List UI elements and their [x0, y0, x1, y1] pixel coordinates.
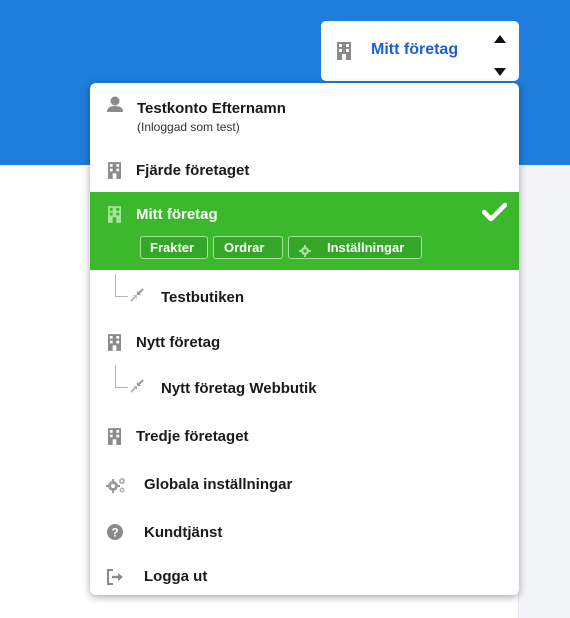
company-switcher-label: Mitt företag [371, 41, 459, 58]
company-label: Nytt företag [136, 334, 221, 351]
store-item-testbutiken[interactable]: Testbutiken [90, 280, 519, 314]
company-item-fjarde-foretaget[interactable]: Fjärde företaget [90, 153, 519, 189]
caret-down-icon [494, 63, 506, 81]
logout-item[interactable]: Logga ut [90, 561, 519, 595]
company-label: Tredje företaget [136, 428, 249, 445]
gears-icon [105, 476, 127, 499]
chip-label: Inställningar [327, 240, 405, 255]
building-icon [108, 428, 121, 450]
store-label: Nytt företag Webbutik [161, 380, 317, 397]
chip-label: Frakter [150, 240, 195, 255]
question-circle-icon: ? [107, 524, 123, 545]
global-settings-item[interactable]: Globala inställningar [90, 467, 519, 503]
company-switcher-button[interactable]: Mitt företag [321, 21, 519, 81]
ordrar-button[interactable]: Ordrar [213, 236, 283, 259]
sign-out-icon [107, 569, 125, 590]
action-label: Kundtjänst [144, 524, 223, 541]
user-account-item[interactable]: Testkonto Efternamn (Inloggad som test) [90, 83, 519, 143]
content-panel [518, 165, 570, 618]
user-icon [107, 96, 123, 117]
building-icon [108, 334, 121, 356]
compress-arrows-icon [130, 379, 144, 398]
building-icon [108, 162, 121, 184]
gear-icon [299, 242, 311, 263]
user-login-status: (Inloggad som test) [137, 120, 240, 134]
frakter-button[interactable]: Frakter [140, 236, 208, 259]
company-item-tredje-foretaget[interactable]: Tredje företaget [90, 419, 519, 455]
caret-up-icon [494, 30, 506, 48]
store-item-nytt-foretag-webbutik[interactable]: Nytt företag Webbutik [90, 371, 519, 405]
store-label: Testbutiken [161, 289, 245, 306]
installningar-button[interactable]: Inställningar [288, 236, 422, 259]
company-dropdown-menu: Testkonto Efternamn (Inloggad som test) … [90, 83, 519, 595]
svg-text:?: ? [111, 526, 118, 540]
action-label: Globala inställningar [144, 476, 293, 493]
chip-label: Ordrar [224, 240, 265, 255]
user-name: Testkonto Efternamn [137, 100, 286, 117]
action-label: Logga ut [144, 568, 208, 585]
building-icon [337, 42, 351, 65]
company-label: Mitt företag [136, 206, 218, 223]
checkmark-icon [481, 202, 508, 227]
building-icon [108, 206, 121, 228]
company-label: Fjärde företaget [136, 162, 250, 179]
company-item-nytt-foretag[interactable]: Nytt företag [90, 325, 519, 361]
compress-arrows-icon [130, 288, 144, 307]
customer-service-item[interactable]: ? Kundtjänst [90, 515, 519, 551]
